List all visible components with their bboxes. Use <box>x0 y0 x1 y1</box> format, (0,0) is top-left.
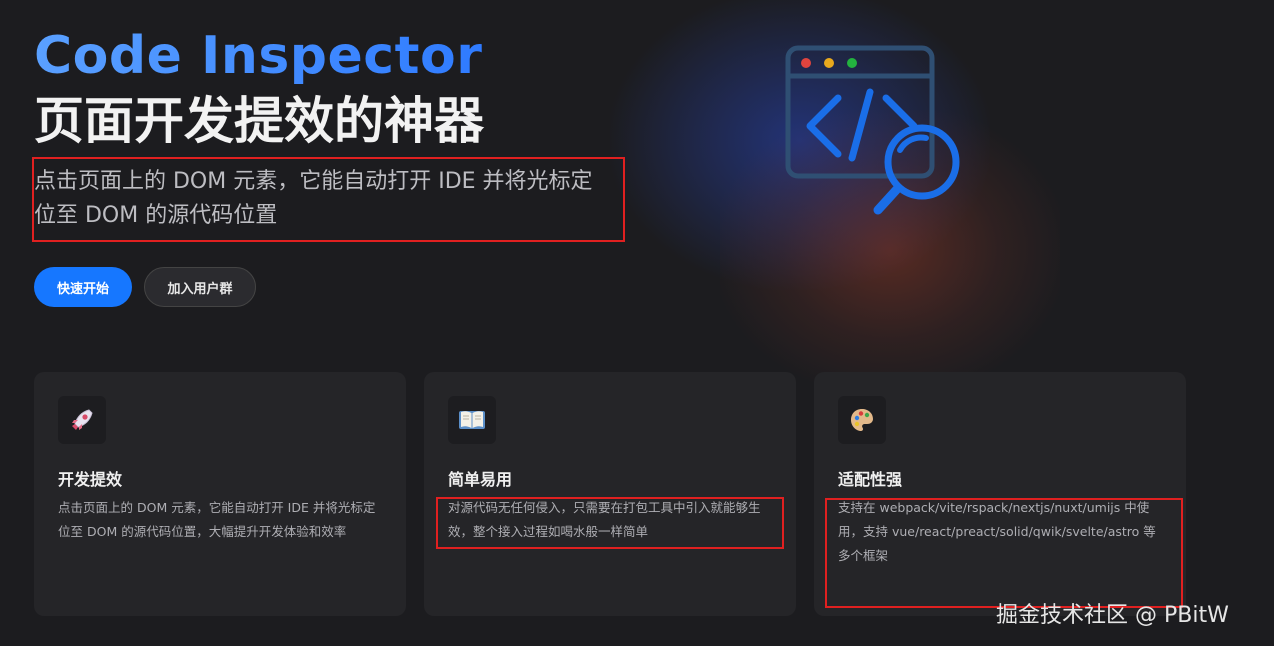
hero-title: Code Inspector <box>34 26 483 86</box>
feature-card-efficiency: 开发提效 点击页面上的 DOM 元素，它能自动打开 IDE 并将光标定位至 DO… <box>34 372 406 616</box>
join-user-group-button[interactable]: 加入用户群 <box>144 267 256 307</box>
hero-description: 点击页面上的 DOM 元素，它能自动打开 IDE 并将光标定位至 DOM 的源代… <box>34 169 593 228</box>
palette-icon <box>838 396 886 444</box>
window-maximize-dot <box>847 58 857 68</box>
feature-text: 支持在 webpack/vite/rspack/nextjs/nuxt/umij… <box>838 500 1156 563</box>
feature-card-easy: 简单易用 对源代码无任何侵入，只需要在打包工具中引入就能够生效，整个接入过程如喝… <box>424 372 796 616</box>
rocket-icon <box>58 396 106 444</box>
feature-card-compatibility: 适配性强 支持在 webpack/vite/rspack/nextjs/nuxt… <box>814 372 1186 616</box>
window-minimize-dot <box>824 58 834 68</box>
window-close-dot <box>801 58 811 68</box>
feature-text: 点击页面上的 DOM 元素，它能自动打开 IDE 并将光标定位至 DOM 的源代… <box>58 500 376 539</box>
code-slash-icon <box>848 88 874 162</box>
feature-title: 简单易用 <box>448 470 513 489</box>
quick-start-button[interactable]: 快速开始 <box>34 267 132 307</box>
watermark: 掘金技术社区 @ PBitW <box>996 603 1229 628</box>
feature-title: 适配性强 <box>838 470 903 489</box>
browser-window-icon <box>785 45 935 179</box>
feature-text: 对源代码无任何侵入，只需要在打包工具中引入就能够生效，整个接入过程如喝水般一样简… <box>448 500 761 539</box>
code-bracket-left-icon <box>806 94 842 158</box>
hero-subtitle: 页面开发提效的神器 <box>34 92 484 150</box>
code-inspector-illustration <box>785 45 960 215</box>
feature-title: 开发提效 <box>58 470 123 489</box>
open-book-icon <box>448 396 496 444</box>
